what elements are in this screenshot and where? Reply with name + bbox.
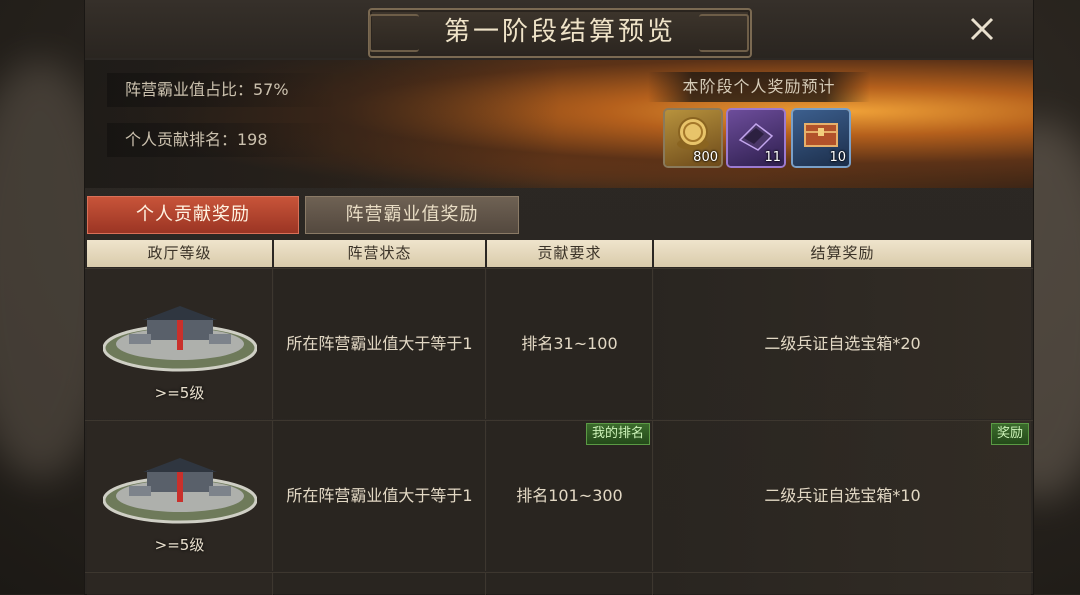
treasure-chest-icon (804, 123, 838, 147)
reward-item-chest[interactable]: 10 (793, 110, 849, 166)
gold-coin-icon (677, 117, 709, 150)
reward-text: 二级兵证自选宝箱*10 (764, 486, 921, 505)
faction-state-cell: 所在阵营霸业值大于等于1 (274, 269, 486, 419)
reward-count: 11 (764, 150, 781, 165)
faction-ratio-stat: 阵营霸业值占比：57% (107, 73, 337, 107)
tab-personal-contribution[interactable]: 个人贡献奖励 (87, 196, 299, 234)
table-row: >=5级 所在阵营霸业值大于等于1 排名31~100 二级兵证自选宝箱*20 (85, 268, 1033, 419)
requirement-text: 排名101~300 (516, 486, 623, 505)
close-button[interactable] (967, 14, 997, 44)
table-row-partial (85, 572, 1033, 595)
hall-building-icon (102, 458, 257, 524)
hall-level-cell: >=5级 (87, 269, 273, 419)
personal-rank-stat: 个人贡献排名：198 (107, 123, 337, 157)
hall-level-label: >=5级 (154, 384, 205, 402)
tab-faction-reward[interactable]: 阵营霸业值奖励 (305, 196, 519, 234)
settlement-panel: 第一阶段结算预览 阵营霸业值占比：57% 个人贡献排名：198 本阶段个人奖励预… (85, 0, 1033, 595)
reward-count: 10 (829, 150, 846, 165)
hall-level-label: >=5级 (154, 536, 205, 554)
reward-item-crystal[interactable]: 11 (728, 110, 784, 166)
hall-level-cell: >=5级 (87, 421, 273, 571)
faction-state-text: 所在阵营霸业值大于等于1 (286, 486, 473, 505)
header-requirement: 贡献要求 (487, 240, 652, 267)
reward-badge: 奖励 (990, 423, 1029, 445)
faction-state-cell: 所在阵营霸业值大于等于1 (274, 421, 486, 571)
reward-count: 800 (693, 150, 718, 165)
header-hall-level: 政厅等级 (87, 240, 272, 267)
requirement-cell: 排名31~100 (487, 269, 653, 419)
my-rank-badge: 我的排名 (585, 423, 650, 445)
hall-building-image: >=5级 (95, 436, 265, 556)
page-title: 第一阶段结算预览 (443, 17, 676, 47)
faction-state-text: 所在阵营霸业值大于等于1 (286, 334, 473, 353)
reward-preview-heading: 本阶段个人奖励预计 (648, 72, 870, 102)
header-reward: 结算奖励 (654, 240, 1031, 267)
reward-item-gold[interactable]: 800 (665, 110, 721, 166)
hall-building-icon (102, 306, 257, 372)
table-row: >=5级 所在阵营霸业值大于等于1 排名101~300 我的排名 二级兵证自选宝… (85, 420, 1033, 571)
purple-crystal-icon (738, 123, 774, 151)
close-icon[interactable] (967, 14, 997, 44)
reward-cell: 二级兵证自选宝箱*10 奖励 (654, 421, 1031, 571)
requirement-cell: 排名101~300 我的排名 (487, 421, 653, 571)
header-faction-state: 阵营状态 (274, 240, 485, 267)
hall-building-image: >=5级 (95, 284, 265, 404)
stage-banner: 阵营霸业值占比：57% 个人贡献排名：198 本阶段个人奖励预计 800 11 (85, 60, 1033, 188)
reward-cell: 二级兵证自选宝箱*20 (654, 269, 1031, 419)
